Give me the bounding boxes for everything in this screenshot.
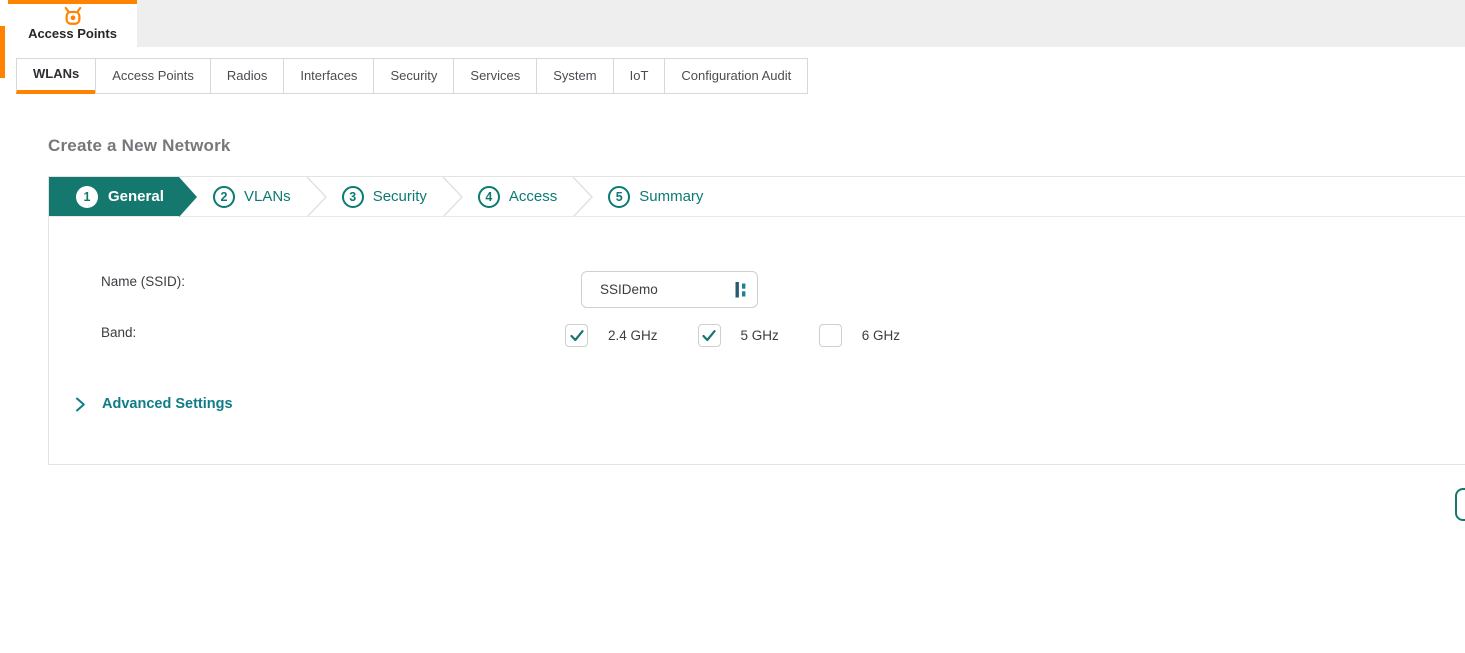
band-option-6ghz: 6 GHz — [818, 324, 901, 347]
subtab-wlans[interactable]: WLANs — [16, 58, 97, 94]
tab-access-points[interactable]: Access Points — [8, 0, 137, 47]
page-title: Create a New Network — [48, 136, 231, 155]
topbar: Access Points — [0, 0, 1465, 47]
subtab-bar: WLANs Access Points Radios Interfaces Se… — [16, 58, 809, 94]
ssid-label: Name (SSID): — [101, 274, 186, 289]
band-option-label: 2.4 GHz — [608, 328, 658, 343]
left-accent-strip — [0, 26, 5, 78]
step-separator-chevron-icon — [572, 177, 594, 217]
subtab-security[interactable]: Security — [373, 58, 455, 94]
step-label: Summary — [639, 188, 704, 205]
step-label: VLANs — [244, 188, 291, 205]
band-options: 2.4 GHz 5 GHz 6 GHz — [565, 324, 940, 347]
subtab-interfaces[interactable]: Interfaces — [283, 58, 375, 94]
app-root: Access Points WLANs Access Points Radios… — [0, 0, 1465, 653]
wizard-step-general[interactable]: 1 General — [49, 177, 197, 217]
advanced-settings-toggle[interactable]: Advanced Settings — [75, 396, 233, 412]
step-number-badge: 5 — [608, 185, 631, 208]
step-separator-chevron-icon — [442, 177, 463, 217]
wizard-panel: 1 General 2 VLANs 3 Security 4 Access 5 … — [48, 176, 1465, 465]
checkbox-2-4ghz[interactable] — [565, 324, 588, 347]
checkmark-icon — [702, 329, 716, 341]
wizard-step-summary[interactable]: 5 Summary — [608, 177, 703, 216]
band-label: Band: — [101, 325, 137, 340]
subtab-radios[interactable]: Radios — [209, 58, 285, 94]
step-label: General — [108, 188, 164, 205]
cut-off-action-button[interactable] — [1455, 488, 1465, 521]
access-point-icon — [62, 6, 84, 26]
step-number-badge: 2 — [213, 185, 235, 208]
wizard-step-bar: 1 General 2 VLANs 3 Security 4 Access 5 … — [49, 177, 1465, 217]
wizard-step-vlans[interactable]: 2 VLANs — [213, 177, 291, 216]
advanced-settings-label: Advanced Settings — [102, 396, 233, 412]
subtab-access-points[interactable]: Access Points — [95, 58, 211, 94]
ssid-field-bars-icon — [735, 281, 747, 304]
ssid-field-box — [581, 271, 758, 308]
checkbox-5ghz[interactable] — [697, 324, 721, 347]
top-tab-label: Access Points — [28, 26, 117, 41]
checkmark-icon — [569, 329, 584, 341]
step-number-badge: 4 — [477, 185, 500, 208]
step-label: Access — [508, 188, 558, 205]
band-option-2-4ghz: 2.4 GHz — [565, 324, 658, 347]
wizard-step-security[interactable]: 3 Security — [341, 177, 427, 216]
step-label: Security — [372, 188, 427, 205]
band-option-label: 6 GHz — [861, 328, 901, 343]
chevron-right-icon — [76, 397, 85, 411]
step-number-badge: 3 — [341, 185, 364, 208]
subtab-configuration-audit[interactable]: Configuration Audit — [664, 58, 809, 94]
band-option-label: 5 GHz — [740, 328, 779, 343]
wizard-step-access[interactable]: 4 Access — [477, 177, 558, 216]
subtab-services[interactable]: Services — [453, 58, 538, 94]
top-tab-wrap: Access Points — [0, 0, 137, 47]
subtab-system[interactable]: System — [536, 58, 614, 94]
step-separator-chevron-icon — [306, 177, 327, 217]
band-option-5ghz: 5 GHz — [697, 324, 779, 347]
subtab-iot[interactable]: IoT — [612, 58, 666, 94]
ssid-input[interactable] — [600, 282, 720, 297]
general-step-form: Name (SSID): Band: — [49, 217, 1465, 464]
checkbox-6ghz[interactable] — [818, 324, 842, 347]
step-number-badge: 1 — [76, 185, 98, 208]
